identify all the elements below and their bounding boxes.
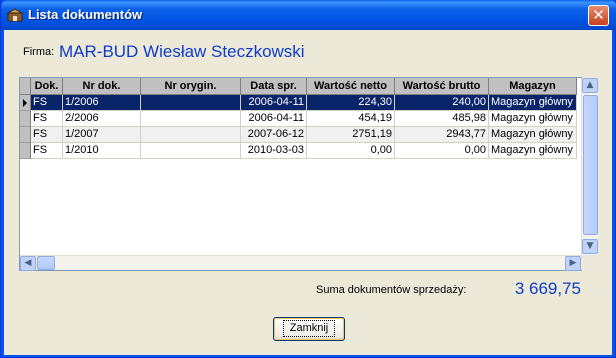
vertical-scroll-thumb[interactable] xyxy=(583,95,598,235)
cell-nr-orygin[interactable] xyxy=(141,111,241,127)
window-title: Lista dokumentów xyxy=(28,7,143,22)
scroll-left-icon[interactable]: ◀ xyxy=(20,256,36,271)
cell-nr-orygin[interactable] xyxy=(141,127,241,143)
close-button-label: Zamknij xyxy=(282,320,336,337)
cell-dok[interactable]: FS xyxy=(31,95,63,111)
table-row[interactable]: FS 1/2010 2010-03-03 0,00 0,00 Magazyn g… xyxy=(20,143,581,159)
sales-total-label: Suma dokumentów sprzedaży: xyxy=(316,284,467,296)
table-row[interactable]: FS 1/2006 2006-04-11 224,30 240,00 Magaz… xyxy=(20,95,581,111)
column-header-wartosc-brutto[interactable]: Wartość brutto xyxy=(395,78,489,95)
cell-wartosc-netto[interactable]: 0,00 xyxy=(307,143,395,159)
row-indicator xyxy=(20,143,31,159)
table-row[interactable]: FS 2/2006 2006-04-11 454,19 485,98 Magaz… xyxy=(20,111,581,127)
row-indicator xyxy=(20,111,31,127)
cell-data-spr[interactable]: 2006-04-11 xyxy=(241,95,307,111)
row-indicator-header xyxy=(20,78,31,95)
cell-dok[interactable]: FS xyxy=(31,143,63,159)
documents-window: Lista dokumentów ✕ Firma: MAR-BUD Wiesła… xyxy=(0,0,616,358)
documents-grid[interactable]: Dok. Nr dok. Nr orygin. Data spr. Wartoś… xyxy=(19,77,598,271)
vertical-scrollbar[interactable]: ▲ ▼ xyxy=(581,78,598,255)
horizontal-scrollbar[interactable]: ◀ ▶ xyxy=(20,255,581,271)
cell-wartosc-brutto[interactable]: 2943,77 xyxy=(395,127,489,143)
close-window-button[interactable]: ✕ xyxy=(588,5,609,26)
close-button[interactable]: Zamknij xyxy=(273,317,345,341)
cell-wartosc-netto[interactable]: 454,19 xyxy=(307,111,395,127)
grid-header: Dok. Nr dok. Nr orygin. Data spr. Wartoś… xyxy=(20,78,581,95)
cell-dok[interactable]: FS xyxy=(31,127,63,143)
cell-wartosc-brutto[interactable]: 0,00 xyxy=(395,143,489,159)
firma-name: MAR-BUD Wiesław Steczkowski xyxy=(59,42,305,61)
title-bar[interactable]: Lista dokumentów ✕ xyxy=(1,0,616,30)
cell-nr-orygin[interactable] xyxy=(141,143,241,159)
cell-magazyn[interactable]: Magazyn główny xyxy=(489,143,577,159)
column-header-nr-orygin[interactable]: Nr orygin. xyxy=(141,78,241,95)
app-icon xyxy=(7,8,23,22)
cell-data-spr[interactable]: 2010-03-03 xyxy=(241,143,307,159)
grid-rows: FS 1/2006 2006-04-11 224,30 240,00 Magaz… xyxy=(20,95,581,159)
cell-nr-orygin[interactable] xyxy=(141,95,241,111)
cell-nr-dok[interactable]: 1/2010 xyxy=(63,143,141,159)
table-row[interactable]: FS 1/2007 2007-06-12 2751,19 2943,77 Mag… xyxy=(20,127,581,143)
row-indicator xyxy=(20,127,31,143)
cell-nr-dok[interactable]: 2/2006 xyxy=(63,111,141,127)
cell-magazyn[interactable]: Magazyn główny xyxy=(489,95,577,111)
cell-magazyn[interactable]: Magazyn główny xyxy=(489,111,577,127)
cell-wartosc-netto[interactable]: 224,30 xyxy=(307,95,395,111)
column-header-wartosc-netto[interactable]: Wartość netto xyxy=(307,78,395,95)
row-pointer-icon xyxy=(23,99,27,107)
horizontal-scroll-thumb[interactable] xyxy=(37,256,55,270)
column-header-magazyn[interactable]: Magazyn xyxy=(489,78,577,95)
column-header-dok[interactable]: Dok. xyxy=(31,78,63,95)
cell-wartosc-brutto[interactable]: 240,00 xyxy=(395,95,489,111)
firma-label: Firma: xyxy=(23,46,55,58)
column-header-nr-dok[interactable]: Nr dok. xyxy=(63,78,141,95)
cell-wartosc-netto[interactable]: 2751,19 xyxy=(307,127,395,143)
scroll-up-icon[interactable]: ▲ xyxy=(582,78,598,93)
cell-magazyn[interactable]: Magazyn główny xyxy=(489,127,577,143)
cell-data-spr[interactable]: 2007-06-12 xyxy=(241,127,307,143)
cell-wartosc-brutto[interactable]: 485,98 xyxy=(395,111,489,127)
cell-dok[interactable]: FS xyxy=(31,111,63,127)
current-row-indicator xyxy=(20,95,31,111)
cell-nr-dok[interactable]: 1/2007 xyxy=(63,127,141,143)
sales-total-value: 3 669,75 xyxy=(514,279,581,298)
scroll-down-icon[interactable]: ▼ xyxy=(582,239,598,254)
column-header-data-spr[interactable]: Data spr. xyxy=(241,78,307,95)
cell-data-spr[interactable]: 2006-04-11 xyxy=(241,111,307,127)
scroll-right-icon[interactable]: ▶ xyxy=(565,256,581,271)
cell-nr-dok[interactable]: 1/2006 xyxy=(63,95,141,111)
scrollbar-corner xyxy=(581,255,598,270)
